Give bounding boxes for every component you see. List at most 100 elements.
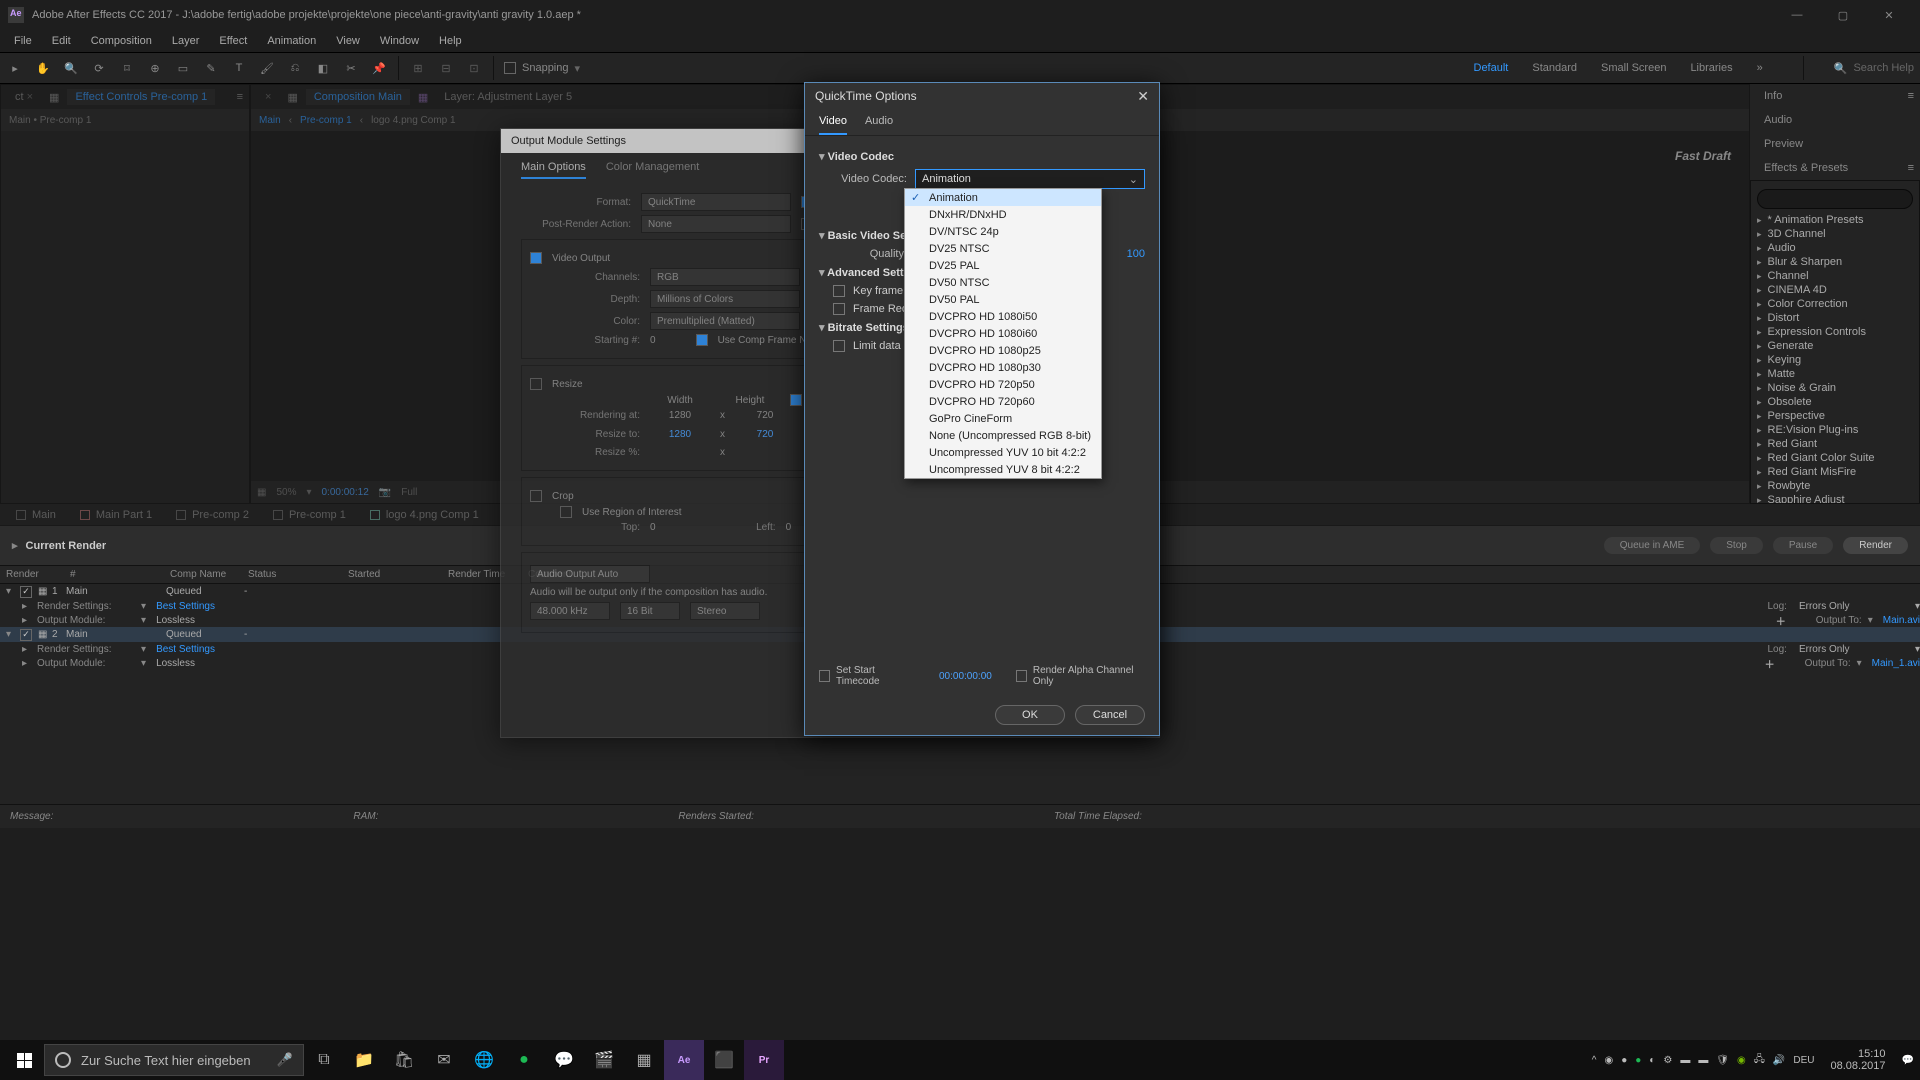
zoom-icon[interactable]: ▦ (257, 487, 266, 498)
workspace-default[interactable]: Default (1474, 62, 1509, 74)
tray-steam-icon[interactable]: ◉ (1604, 1055, 1613, 1066)
fx-cat[interactable]: RE:Vision Plug-ins (1757, 423, 1913, 437)
tray-up-icon[interactable]: ^ (1592, 1055, 1597, 1066)
tab-comp-prev[interactable] (257, 89, 279, 105)
queue-in-ame-button[interactable]: Queue in AME (1604, 537, 1700, 554)
codec-option[interactable]: Uncompressed YUV 8 bit 4:2:2 (905, 461, 1101, 478)
tl-tab[interactable]: logo 4.png Comp 1 (360, 507, 489, 523)
eraser-tool-icon[interactable]: ◧ (314, 59, 332, 77)
taskbar-clock[interactable]: 15:1008.08.2017 (1822, 1048, 1893, 1072)
audio-output-dd[interactable]: Audio Output Auto (530, 565, 650, 583)
bc-precomp[interactable]: Pre-comp 1 (300, 115, 352, 126)
start-button[interactable] (4, 1040, 44, 1080)
rect-tool-icon[interactable]: ▭ (174, 59, 192, 77)
ucfn-check[interactable] (696, 334, 708, 346)
discord-icon[interactable]: 💬 (544, 1040, 584, 1080)
fx-cat[interactable]: Keying (1757, 353, 1913, 367)
fx-cat[interactable]: Sapphire Adjust (1757, 493, 1913, 504)
zoom-tool-icon[interactable]: 🔍 (62, 59, 80, 77)
tab-preview[interactable]: Preview (1756, 136, 1811, 152)
tray-network-icon[interactable]: 🖧 (1754, 1052, 1765, 1069)
panbehind-tool-icon[interactable]: ⊕ (146, 59, 164, 77)
menu-composition[interactable]: Composition (81, 33, 162, 49)
codec-option[interactable]: GoPro CineForm (905, 410, 1101, 427)
mail-icon[interactable]: ✉ (424, 1040, 464, 1080)
add-output-icon[interactable]: ＋ (1765, 656, 1775, 671)
brush-tool-icon[interactable]: 🖌 (258, 59, 276, 77)
codec-option[interactable]: DV50 PAL (905, 291, 1101, 308)
fx-cat[interactable]: Matte (1757, 367, 1913, 381)
rq-render-settings[interactable]: Best Settings (156, 601, 215, 612)
tl-tab[interactable]: Main Part 1 (70, 507, 162, 523)
tl-tab[interactable]: Pre-comp 1 (263, 507, 356, 523)
menu-window[interactable]: Window (370, 33, 429, 49)
qt-close-button[interactable]: ✕ (1137, 88, 1149, 105)
menu-animation[interactable]: Animation (257, 33, 326, 49)
codec-option[interactable]: DV/NTSC 24p (905, 223, 1101, 240)
rq-output-file[interactable]: Main.avi (1883, 615, 1920, 626)
rq-output-module[interactable]: Lossless (156, 615, 195, 626)
explorer-icon[interactable]: 📁 (344, 1040, 384, 1080)
align-icon[interactable]: ⊞ (409, 59, 427, 77)
type-tool-icon[interactable]: T (230, 59, 248, 77)
codec-option[interactable]: DNxHR/DNxHD (905, 206, 1101, 223)
tab-audio[interactable]: Audio (1756, 112, 1800, 128)
tray-icon[interactable]: ◐ (1649, 1055, 1655, 1066)
fx-cat[interactable]: 3D Channel (1757, 227, 1913, 241)
app-icon-3[interactable]: ⬛ (704, 1040, 744, 1080)
codec-option[interactable]: None (Uncompressed RGB 8-bit) (905, 427, 1101, 444)
lock-aspect-check[interactable] (790, 394, 802, 406)
rq-output-module[interactable]: Lossless (156, 658, 195, 669)
panel-menu-icon[interactable]: ≡ (1908, 90, 1914, 102)
codec-option[interactable]: Uncompressed YUV 10 bit 4:2:2 (905, 444, 1101, 461)
menu-file[interactable]: File (4, 33, 42, 49)
minimize-button[interactable]: — (1774, 0, 1820, 30)
zoom-value[interactable]: 50% (276, 487, 296, 498)
start-timecode-value[interactable]: 00:00:00:00 (939, 671, 992, 682)
kfe-check[interactable] (833, 285, 845, 297)
fx-cat[interactable]: CINEMA 4D (1757, 283, 1913, 297)
codec-select[interactable]: Animation (915, 169, 1145, 189)
codec-option[interactable]: DV25 NTSC (905, 240, 1101, 257)
snap-chevron-icon[interactable]: ▾ (575, 62, 581, 75)
fx-cat[interactable]: Audio (1757, 241, 1913, 255)
ok-button[interactable]: OK (995, 705, 1065, 725)
qt-sec-codec[interactable]: Video Codec (819, 150, 1145, 163)
fx-cat[interactable]: Rowbyte (1757, 479, 1913, 493)
chrome-icon[interactable]: 🌐 (464, 1040, 504, 1080)
taskbar-search[interactable]: Zur Suche Text hier eingeben🎤 (44, 1044, 304, 1076)
tray-icon[interactable]: ⚙ (1663, 1055, 1672, 1066)
fx-cat[interactable]: Red Giant Color Suite (1757, 451, 1913, 465)
viewer-cam-icon[interactable]: 📷 (379, 487, 391, 498)
codec-option[interactable]: DVCPRO HD 1080p30 (905, 359, 1101, 376)
align-icon-2[interactable]: ⊟ (437, 59, 455, 77)
depth-dd[interactable]: Millions of Colors (650, 290, 800, 308)
tab-composition[interactable]: Composition Main (306, 89, 410, 105)
tab-info[interactable]: Info (1756, 88, 1790, 104)
menu-help[interactable]: Help (429, 33, 472, 49)
audio-bit-dd[interactable]: 16 Bit (620, 602, 680, 620)
rq-check[interactable] (20, 586, 32, 598)
tab-layer[interactable]: Layer: Adjustment Layer 5 (436, 89, 580, 105)
stop-button[interactable]: Stop (1710, 537, 1763, 554)
tray-lang[interactable]: DEU (1793, 1055, 1814, 1066)
menu-effect[interactable]: Effect (209, 33, 257, 49)
fx-cat[interactable]: Noise & Grain (1757, 381, 1913, 395)
fx-cat[interactable]: Obsolete (1757, 395, 1913, 409)
rq-log-dd[interactable]: Errors Only (1799, 601, 1909, 612)
workspace-standard[interactable]: Standard (1532, 62, 1577, 74)
format-dd[interactable]: QuickTime (641, 193, 791, 211)
menu-layer[interactable]: Layer (162, 33, 210, 49)
puppet-tool-icon[interactable]: 📌 (370, 59, 388, 77)
tab-project[interactable]: ct (7, 89, 41, 105)
tray-volume-icon[interactable]: 🔊 (1773, 1055, 1785, 1066)
tray-icon[interactable]: 🛡 (1716, 1055, 1729, 1066)
set-start-tc-check[interactable] (819, 670, 830, 682)
effects-search[interactable] (1757, 189, 1913, 209)
qt-tab-video[interactable]: Video (819, 115, 847, 135)
fx-cat[interactable]: Red Giant (1757, 437, 1913, 451)
action-center-icon[interactable]: 💬 (1902, 1055, 1914, 1066)
ldr-check[interactable] (833, 340, 845, 352)
codec-option[interactable]: DVCPRO HD 1080i50 (905, 308, 1101, 325)
aftereffects-taskbar-icon[interactable]: Ae (664, 1040, 704, 1080)
